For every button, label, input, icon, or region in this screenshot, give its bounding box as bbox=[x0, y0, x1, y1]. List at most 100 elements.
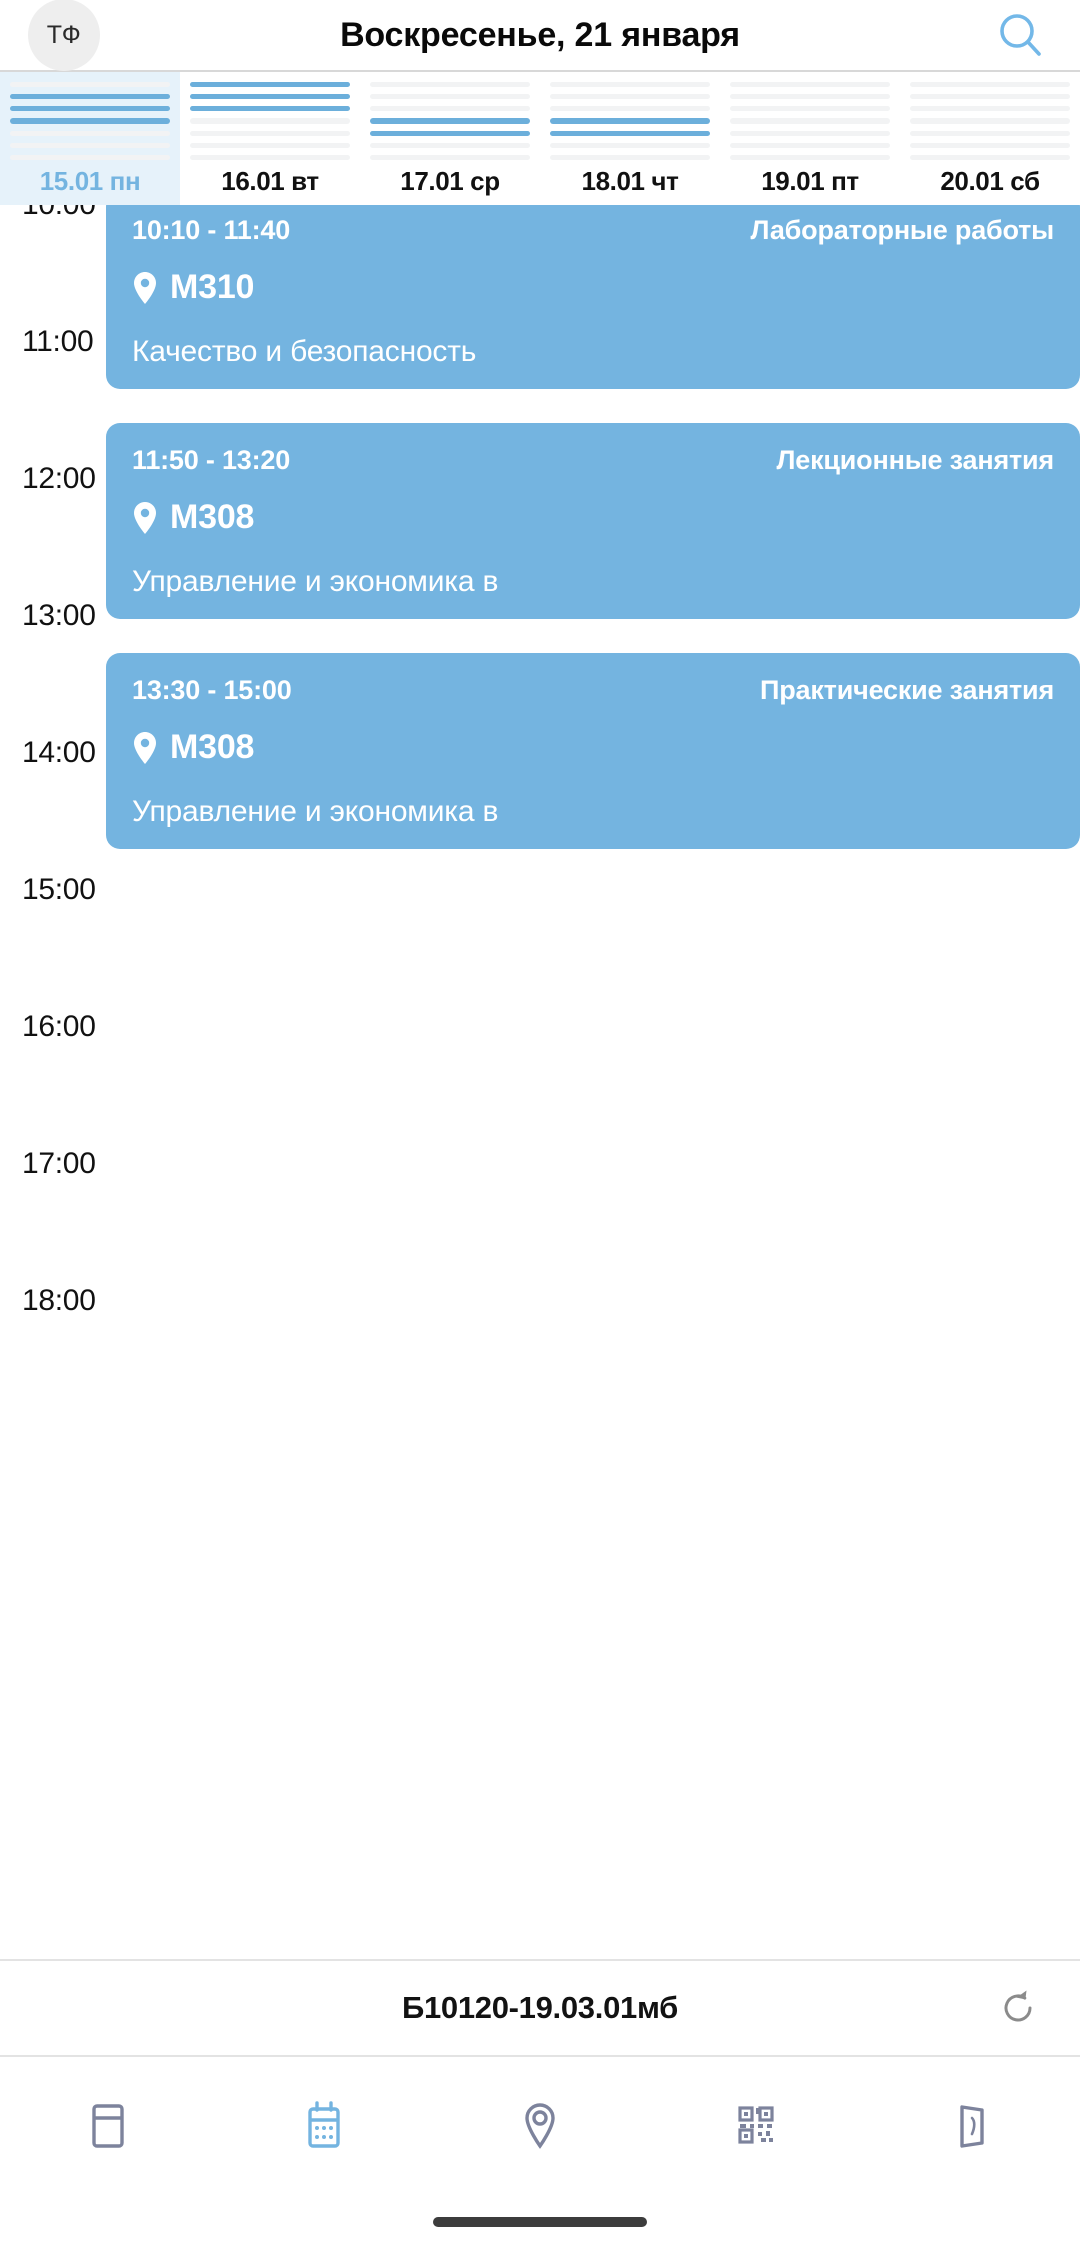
avatar-initials: ТФ bbox=[46, 20, 82, 49]
event-card[interactable]: 13:30 - 15:00 Практические занятия М308 Упр… bbox=[106, 653, 1080, 849]
slot-bar-5 bbox=[730, 142, 890, 148]
slot-bar-3 bbox=[550, 118, 710, 124]
day-slot-preview bbox=[10, 78, 170, 160]
slot-bar-3 bbox=[730, 118, 890, 124]
slot-bar-3 bbox=[10, 118, 170, 124]
slot-bar-3 bbox=[190, 118, 350, 124]
slot-bar-3 bbox=[910, 118, 1070, 124]
group-bar: Б10120-19.03.01мб bbox=[0, 1959, 1080, 2057]
tab-location-pin[interactable] bbox=[432, 2085, 648, 2171]
slot-bar-5 bbox=[550, 142, 710, 148]
day-label: 19.01 пт bbox=[761, 166, 859, 196]
book-icon bbox=[943, 2097, 1001, 2160]
event-room-name: М310 bbox=[170, 268, 255, 306]
slot-bar-0 bbox=[550, 82, 710, 88]
calendar-icon bbox=[295, 2097, 353, 2160]
event-subject: Управление и экономика в bbox=[132, 795, 499, 828]
event-room-name: М308 bbox=[170, 728, 255, 766]
day-column-2[interactable]: 17.01 ср bbox=[360, 72, 540, 205]
slot-bar-1 bbox=[910, 94, 1070, 100]
location-pin-icon bbox=[134, 271, 156, 304]
tab-book[interactable] bbox=[864, 2085, 1080, 2171]
slot-bar-2 bbox=[190, 106, 350, 112]
slot-bar-4 bbox=[550, 130, 710, 136]
news-card-icon bbox=[79, 2097, 137, 2160]
event-card[interactable]: 10:10 - 11:40 Лабораторные работы М310 Каче… bbox=[106, 205, 1080, 389]
day-column-1[interactable]: 16.01 вт bbox=[180, 72, 360, 205]
slot-bar-4 bbox=[910, 130, 1070, 136]
hour-label: 10:00 bbox=[22, 205, 96, 222]
day-column-4[interactable]: 19.01 пт bbox=[720, 72, 900, 205]
slot-bar-4 bbox=[370, 130, 530, 136]
slot-bar-3 bbox=[370, 118, 530, 124]
event-room-row: М310 bbox=[132, 268, 1054, 307]
day-slot-preview bbox=[370, 78, 530, 160]
day-label: 20.01 сб bbox=[940, 166, 1040, 196]
slot-bar-4 bbox=[10, 130, 170, 136]
slot-bar-1 bbox=[10, 94, 170, 100]
day-slot-preview bbox=[190, 78, 350, 160]
hour-label: 13:00 bbox=[22, 599, 96, 632]
app-header: ТФ Воскресенье, 21 января bbox=[0, 0, 1080, 71]
day-slot-preview bbox=[910, 78, 1070, 160]
hour-label: 15:00 bbox=[22, 873, 96, 906]
slot-bar-5 bbox=[190, 142, 350, 148]
slot-bar-5 bbox=[370, 142, 530, 148]
home-indicator bbox=[433, 2217, 647, 2227]
event-card[interactable]: 11:50 - 13:20 Лекционные занятия М308 Управ… bbox=[106, 423, 1080, 619]
day-column-3[interactable]: 18.01 чт bbox=[540, 72, 720, 205]
week-day-selector[interactable]: 15.01 пн 16.01 вт 17.01 ср 18.01 чт 19.01 пт… bbox=[0, 70, 1080, 205]
hour-label: 14:00 bbox=[22, 736, 96, 769]
hour-label: 17:00 bbox=[22, 1147, 96, 1180]
slot-bar-1 bbox=[550, 94, 710, 100]
refresh-button[interactable] bbox=[992, 1982, 1044, 2034]
slot-bar-1 bbox=[730, 94, 890, 100]
event-subject: Управление и экономика в bbox=[132, 565, 499, 598]
location-pin-icon bbox=[134, 501, 156, 534]
day-column-5[interactable]: 20.01 сб bbox=[900, 72, 1080, 205]
day-label: 17.01 ср bbox=[400, 166, 500, 196]
event-kind: Лабораторные работы bbox=[750, 215, 1054, 245]
slot-bar-5 bbox=[910, 142, 1070, 148]
slot-bar-2 bbox=[550, 106, 710, 112]
event-room-row: М308 bbox=[132, 728, 1054, 767]
event-subject: Качество и безопасность bbox=[132, 335, 477, 368]
hour-label: 18:00 bbox=[22, 1284, 96, 1317]
day-label: 15.01 пн bbox=[39, 166, 141, 196]
day-timeline[interactable]: 10:00 11:00 12:00 13:00 14:00 15:00 16:00 17:00… bbox=[0, 205, 1080, 1905]
event-room-name: М308 bbox=[170, 498, 255, 536]
day-column-0[interactable]: 15.01 пн bbox=[0, 72, 180, 205]
slot-bar-0 bbox=[190, 82, 350, 88]
day-label: 18.01 чт bbox=[581, 166, 679, 196]
slot-bar-4 bbox=[190, 130, 350, 136]
day-slot-preview bbox=[550, 78, 710, 160]
event-header: 11:50 - 13:20 Лекционные занятия bbox=[132, 445, 1054, 476]
slot-bar-5 bbox=[10, 142, 170, 148]
day-label: 16.01 вт bbox=[221, 166, 319, 196]
location-pin-icon bbox=[134, 731, 156, 764]
tab-calendar[interactable] bbox=[216, 2085, 432, 2171]
event-time: 11:50 - 13:20 bbox=[132, 445, 291, 475]
slot-bar-0 bbox=[910, 82, 1070, 88]
search-icon bbox=[1000, 14, 1041, 56]
hour-label: 16:00 bbox=[22, 1010, 96, 1043]
event-time: 13:30 - 15:00 bbox=[132, 675, 292, 705]
hour-label: 12:00 bbox=[22, 462, 96, 495]
slot-bar-2 bbox=[10, 106, 170, 112]
tab-news-card[interactable] bbox=[0, 2085, 216, 2171]
slot-bar-0 bbox=[370, 82, 530, 88]
event-kind: Лекционные занятия bbox=[776, 445, 1055, 475]
tab-qr-code[interactable] bbox=[648, 2085, 864, 2171]
hour-label: 11:00 bbox=[22, 325, 94, 358]
search-button[interactable] bbox=[988, 3, 1052, 67]
slot-bar-2 bbox=[370, 106, 530, 112]
page-title: Воскресенье, 21 января bbox=[340, 15, 740, 54]
avatar[interactable]: ТФ bbox=[28, 0, 100, 71]
qr-code-icon bbox=[727, 2097, 785, 2160]
slot-bar-1 bbox=[190, 94, 350, 100]
slot-bar-0 bbox=[730, 82, 890, 88]
event-header: 10:10 - 11:40 Лабораторные работы bbox=[132, 215, 1054, 246]
group-name: Б10120-19.03.01мб bbox=[401, 1990, 679, 2025]
day-slot-preview bbox=[730, 78, 890, 160]
location-pin-icon bbox=[511, 2097, 569, 2160]
